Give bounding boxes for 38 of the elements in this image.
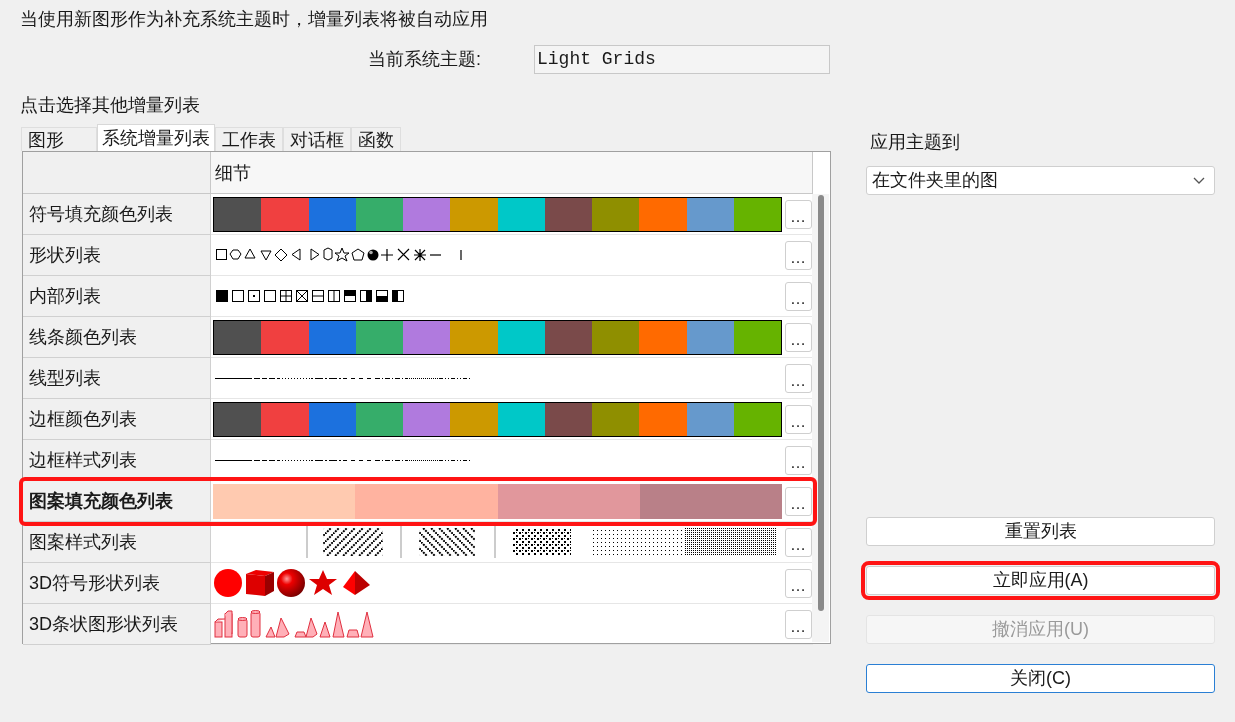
- row-label[interactable]: 形状列表: [23, 235, 211, 276]
- row-label[interactable]: 3D符号形状列表: [23, 563, 211, 604]
- theme-label: 当前系统主题:: [368, 48, 482, 71]
- dialog-button[interactable]: 重置列表: [866, 517, 1215, 546]
- more-button[interactable]: …: [784, 240, 812, 270]
- chevron-down-icon: [1193, 176, 1205, 185]
- dialog-button[interactable]: 关闭(C): [866, 664, 1215, 693]
- tab[interactable]: 系统增量列表: [97, 124, 215, 151]
- tab[interactable]: 对话框: [283, 127, 351, 151]
- theme-field: Light Grids: [534, 45, 830, 74]
- row-label[interactable]: 3D条状图形状列表: [23, 604, 211, 645]
- more-button[interactable]: …: [784, 199, 812, 229]
- apply-to-label: 应用主题到: [869, 131, 960, 154]
- row-label[interactable]: 内部列表: [23, 276, 211, 317]
- more-button[interactable]: …: [784, 322, 812, 352]
- row-label[interactable]: 线型列表: [23, 358, 211, 399]
- row-label[interactable]: 图案填充颜色列表: [23, 481, 211, 522]
- row-label[interactable]: 边框颜色列表: [23, 399, 211, 440]
- row-label[interactable]: 线条颜色列表: [23, 317, 211, 358]
- more-button[interactable]: …: [784, 527, 812, 557]
- tab[interactable]: 工作表: [215, 127, 283, 151]
- row-label[interactable]: 符号填充颜色列表: [23, 194, 211, 235]
- instruction-text: 当使用新图形作为补充系统主题时，增量列表将被自动应用: [20, 8, 488, 31]
- tab[interactable]: 图形: [21, 127, 97, 151]
- tab[interactable]: 函数: [351, 127, 401, 151]
- highlighted-row[interactable]: 图案填充颜色列表 …: [23, 481, 813, 522]
- scrollbar-thumb[interactable]: [817, 195, 824, 611]
- more-button[interactable]: …: [784, 281, 812, 311]
- more-button[interactable]: …: [784, 404, 812, 434]
- column-header: 细节: [211, 152, 813, 194]
- more-button[interactable]: …: [784, 363, 812, 393]
- list-prompt: 点击选择其他增量列表: [20, 94, 200, 117]
- more-button[interactable]: …: [784, 609, 812, 639]
- apply-to-dropdown[interactable]: 在文件夹里的图: [866, 166, 1215, 195]
- more-button[interactable]: …: [784, 486, 812, 516]
- more-button[interactable]: …: [784, 445, 812, 475]
- more-button[interactable]: …: [784, 568, 812, 598]
- scrollbar[interactable]: [812, 194, 829, 642]
